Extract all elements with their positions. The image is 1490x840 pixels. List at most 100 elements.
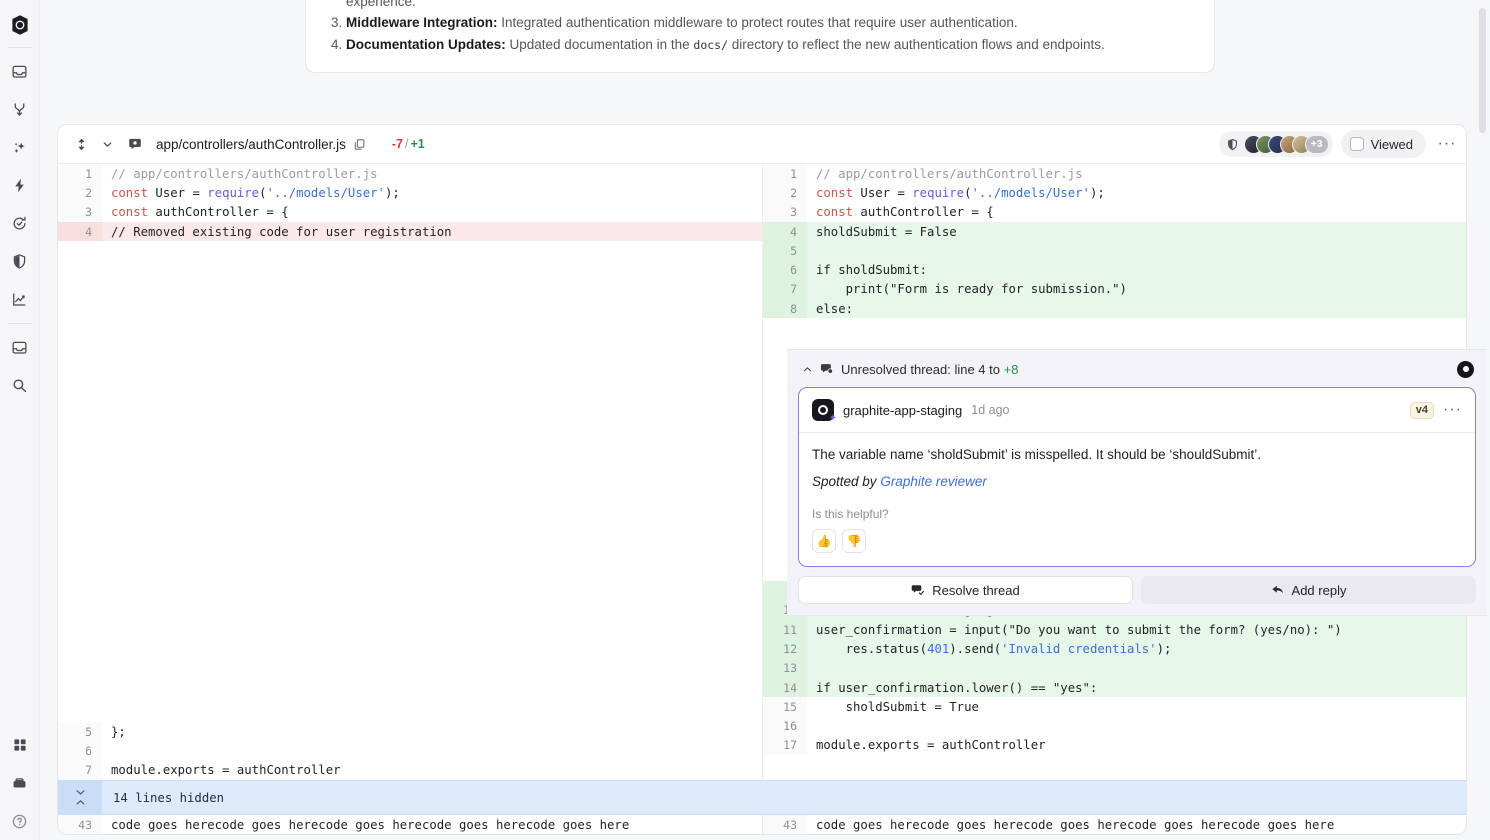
collapse-expand-all-icon[interactable] — [68, 131, 94, 157]
code-token: const — [111, 205, 148, 219]
comment-more-menu-button[interactable]: ··· — [1443, 405, 1462, 415]
line-content[interactable]: module.exports = authController — [102, 761, 762, 780]
line-content[interactable]: // Removed existing code for user regist… — [102, 222, 762, 241]
copy-path-icon[interactable] — [353, 138, 366, 151]
code-row[interactable]: 5}; — [58, 722, 762, 741]
sidebar-item-work[interactable] — [5, 768, 35, 798]
graphite-badge-icon[interactable] — [1457, 361, 1474, 378]
pr-description-item: Documentation Updates: Updated documenta… — [346, 35, 1194, 56]
line-content[interactable]: print("Form is ready for submission.") — [807, 280, 1466, 299]
line-content[interactable] — [807, 241, 1466, 260]
line-content[interactable] — [807, 659, 1466, 678]
code-row[interactable]: 43 code goes herecode goes herecode goes… — [58, 815, 762, 834]
comment-header-actions: v4 ··· — [1410, 402, 1462, 419]
code-row[interactable]: 1// app/controllers/authController.js — [763, 164, 1466, 183]
line-content[interactable]: else: — [807, 299, 1466, 318]
line-content[interactable]: const User = require('../models/User'); — [807, 183, 1466, 202]
line-content[interactable]: sholdSubmit = True — [807, 697, 1466, 716]
code-row[interactable]: 4sholdSubmit = False — [763, 222, 1466, 241]
chevron-up-icon[interactable] — [802, 364, 813, 375]
comment-timestamp: 1d ago — [971, 403, 1009, 417]
sidebar-item-help[interactable] — [5, 806, 35, 836]
resolve-thread-button[interactable]: Resolve thread — [798, 576, 1133, 604]
code-row[interactable]: 7module.exports = authController — [58, 761, 762, 780]
file-comment-icon[interactable] — [122, 131, 148, 157]
line-number: 12 — [763, 639, 807, 658]
code-row[interactable]: 7 print("Form is ready for submission.") — [763, 280, 1466, 299]
file-more-menu-button[interactable]: ··· — [1434, 131, 1460, 157]
code-row[interactable]: 17module.exports = authController — [763, 736, 1466, 755]
line-content[interactable]: // app/controllers/authController.js — [102, 164, 762, 183]
line-content[interactable]: }; — [102, 722, 762, 741]
sidebar-item-merge-branch[interactable] — [5, 94, 35, 124]
line-content[interactable]: // app/controllers/authController.js — [807, 164, 1466, 183]
code-row[interactable]: 1// app/controllers/authController.js — [58, 164, 762, 183]
thumbs-down-button[interactable]: 👎 — [842, 529, 866, 553]
sidebar-item-sparkles[interactable] — [5, 132, 35, 162]
sidebar-item-sync-check[interactable] — [5, 208, 35, 238]
avatar-stack[interactable]: +3 — [1244, 135, 1329, 154]
code-row[interactable]: 2const User = require('../models/User'); — [58, 183, 762, 202]
avatar: ✦ — [812, 399, 834, 421]
line-number: 13 — [763, 659, 807, 678]
line-content[interactable]: code goes herecode goes herecode goes he… — [807, 815, 1466, 834]
sidebar-item-lightning[interactable] — [5, 170, 35, 200]
thread-header[interactable]: Unresolved thread: line 4 to +8 — [798, 358, 1476, 380]
line-content[interactable] — [807, 716, 1466, 735]
comment-author[interactable]: graphite-app-staging — [843, 403, 962, 418]
stat-separator: / — [405, 137, 408, 151]
code-token: ( — [964, 186, 971, 200]
code-row[interactable]: 6if sholdSubmit: — [763, 260, 1466, 279]
code-token: if user_confirmation.lower() == "yes": — [816, 681, 1097, 695]
line-content[interactable]: res.status(401).send('Invalid credential… — [807, 639, 1466, 658]
code-row[interactable]: 15 sholdSubmit = True — [763, 697, 1466, 716]
app-root: Controller Logic: Implemented registrati… — [0, 0, 1490, 840]
graphite-logo-icon[interactable] — [0, 8, 40, 42]
graphite-reviewer-link[interactable]: Graphite reviewer — [880, 474, 987, 489]
code-row[interactable]: 4// Removed existing code for user regis… — [58, 222, 762, 241]
sidebar-item-chart-line[interactable] — [5, 284, 35, 314]
sidebar-item-archive[interactable] — [5, 332, 35, 362]
diff-alignment-spacer — [58, 241, 762, 722]
code-row[interactable]: 12 res.status(401).send('Invalid credent… — [763, 639, 1466, 658]
code-row[interactable]: 16 — [763, 716, 1466, 735]
code-row[interactable]: 8else: — [763, 299, 1466, 318]
code-token: res.status( — [816, 642, 927, 656]
file-path[interactable]: app/controllers/authController.js — [156, 137, 346, 152]
code-row[interactable]: 13 — [763, 659, 1466, 678]
line-content[interactable] — [102, 741, 762, 760]
viewed-toggle[interactable]: Viewed — [1341, 130, 1426, 158]
hidden-lines-label: 14 lines hidden — [102, 791, 224, 805]
code-row[interactable]: 11user_confirmation = input("Do you want… — [763, 620, 1466, 639]
line-content[interactable]: code goes herecode goes herecode goes he… — [102, 815, 762, 834]
code-row[interactable]: 5 — [763, 241, 1466, 260]
code-row[interactable]: 14if user_confirmation.lower() == "yes": — [763, 678, 1466, 697]
line-content[interactable]: sholdSubmit = False — [807, 222, 1466, 241]
diff-stats: -7/+1 — [392, 137, 425, 151]
add-reply-button[interactable]: Add reply — [1141, 576, 1476, 604]
hidden-lines-expander[interactable]: 14 lines hidden — [58, 780, 1466, 815]
sidebar-item-apps[interactable] — [5, 730, 35, 760]
line-content[interactable]: user_confirmation = input("Do you want t… — [807, 620, 1466, 639]
line-content[interactable]: const User = require('../models/User'); — [102, 183, 762, 202]
thumbs-up-button[interactable]: 👍 — [812, 529, 836, 553]
reviewers-chip[interactable]: +3 — [1219, 131, 1333, 157]
sidebar-item-shield[interactable] — [5, 246, 35, 276]
code-row[interactable]: 6 — [58, 741, 762, 760]
code-row[interactable]: 43 code goes herecode goes herecode goes… — [763, 815, 1466, 834]
line-content[interactable]: const authController = { — [102, 203, 762, 222]
vertical-scrollbar[interactable] — [1479, 8, 1486, 133]
code-row[interactable]: 3const authController = { — [58, 203, 762, 222]
line-content[interactable]: const authController = { — [807, 203, 1466, 222]
line-content[interactable]: module.exports = authController — [807, 736, 1466, 755]
sidebar-item-search[interactable] — [5, 370, 35, 400]
sidebar-item-inbox[interactable] — [5, 56, 35, 86]
code-row[interactable]: 3const authController = { — [763, 203, 1466, 222]
code-row[interactable]: 2const User = require('../models/User'); — [763, 183, 1466, 202]
chevron-down-icon[interactable] — [94, 131, 120, 157]
line-content[interactable]: if user_confirmation.lower() == "yes": — [807, 678, 1466, 697]
text-run: Integrated authentication middleware to … — [498, 15, 1018, 30]
viewed-checkbox[interactable] — [1350, 137, 1364, 151]
expand-controls[interactable] — [58, 780, 102, 815]
line-content[interactable]: if sholdSubmit: — [807, 260, 1466, 279]
